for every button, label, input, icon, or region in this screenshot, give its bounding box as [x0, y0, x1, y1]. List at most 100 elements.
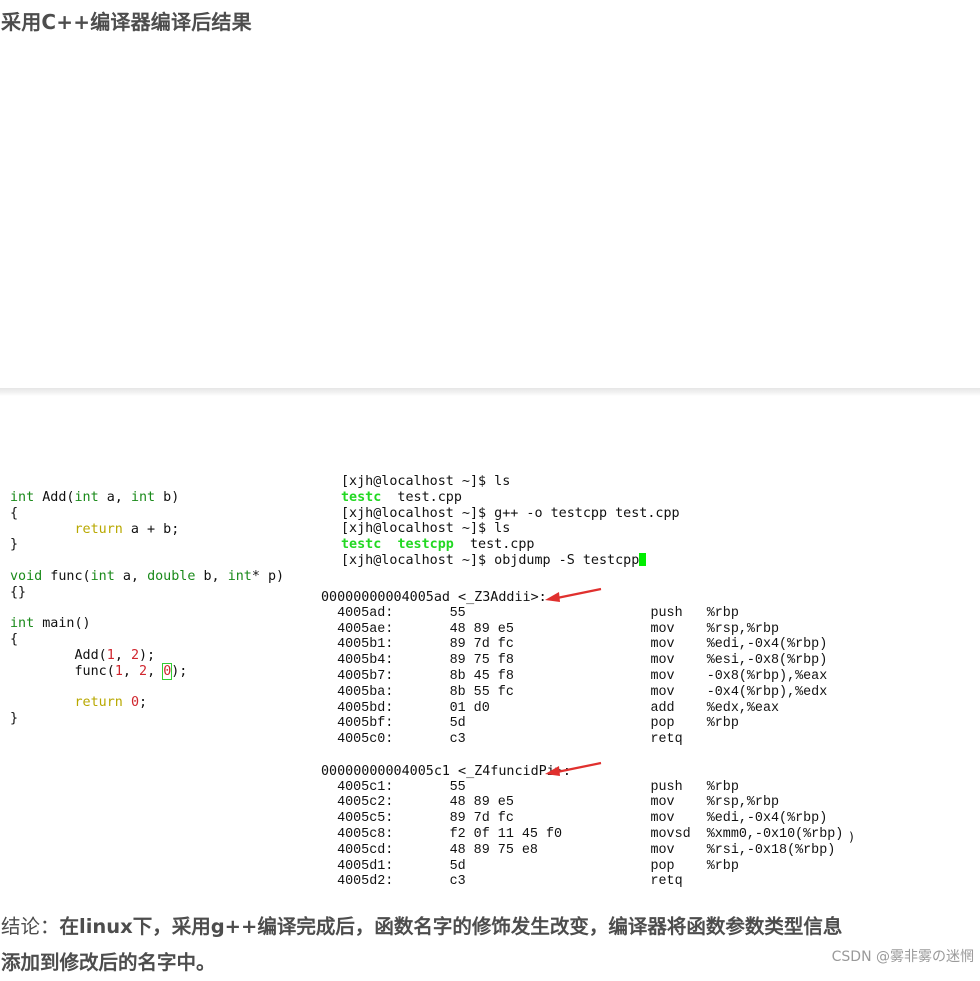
code-token: [xjh@localhost ~]$ ls	[341, 521, 511, 537]
red-arrow-icon	[545, 587, 602, 602]
terminal-line: [xjh@localhost ~]$ g++ -o testcpp test.c…	[341, 506, 680, 522]
code-line: return a + b;	[10, 522, 284, 538]
code-token: );	[171, 663, 188, 679]
terminal-line: testc test.cpp	[341, 490, 680, 506]
code-token: a,	[98, 490, 131, 505]
terminal-line: testc testcpp test.cpp	[341, 537, 680, 553]
disasm-row: 4005b1: 89 7d fc mov %edi,-0x4(%rbp)	[321, 637, 828, 653]
terminal-line: [xjh@localhost ~]$ objdump -S testcpp	[341, 552, 680, 569]
code-token: a,	[114, 568, 148, 584]
section-heading: 采用C++编译器编译后结果	[1, 10, 252, 34]
disasm-symbol-line: 00000000004005ad <_Z3Addii>:	[321, 587, 843, 606]
stray-paren: )	[848, 830, 856, 844]
code-token: testc	[341, 489, 382, 505]
code-token: );	[139, 647, 156, 663]
disasm-row: 4005c0: c3 retq	[321, 732, 707, 748]
code-token: int	[10, 616, 35, 632]
code-token: a + b;	[122, 521, 180, 537]
code-token: double	[147, 568, 196, 584]
code-line: }	[10, 537, 284, 553]
code-line: void func(int a, double b, int* p)	[10, 569, 284, 585]
code-line: }	[10, 711, 284, 727]
code-token: [xjh@localhost ~]$ objdump -S testcpp	[341, 552, 640, 568]
code-token: b)	[155, 490, 180, 505]
disasm-row: 4005c2: 48 89 e5 mov %rsp,%rbp	[321, 795, 780, 811]
code-token: }	[10, 711, 19, 727]
code-token: ,	[147, 663, 164, 679]
code-token: ,	[122, 663, 139, 679]
code-token: }	[10, 537, 19, 553]
code-token: testc	[341, 537, 382, 553]
terminal-cursor	[639, 552, 647, 566]
disasm-symbol: 00000000004005ad <_Z3Addii>:	[321, 590, 547, 605]
code-token: Add(	[34, 490, 75, 505]
disasm-row: 4005c8: f2 0f 11 45 f0 movsd %xmm0,-0x10…	[321, 826, 844, 842]
disasm-row: 4005bd: 01 d0 add %edx,%eax	[321, 700, 780, 716]
code-token: 1	[114, 663, 123, 679]
code-token: int	[130, 490, 156, 505]
code-token: ,	[114, 647, 131, 663]
disasm-row: 4005ba: 8b 55 fc mov -0x4(%rbp),%edx	[321, 684, 828, 700]
code-line: {	[10, 506, 284, 522]
conclusion-paragraph: 结论：在linux下，采用g++编译完成后，函数名字的修饰发生改变，编译器将函数…	[1, 909, 861, 981]
code-line: int Add(int a, int b)	[10, 490, 284, 506]
watermark: CSDN @雾非雾の迷惘	[831, 949, 974, 965]
code-token: [xjh@localhost ~]$ ls	[341, 474, 511, 489]
disasm-row: 4005ae: 48 89 e5 mov %rsp,%rbp	[321, 621, 780, 637]
source-code-panel: int Add(int a, int b){ return a + b;} vo…	[10, 490, 284, 727]
disasm-row: 4005b7: 8b 45 f8 mov -0x8(%rbp),%eax	[321, 668, 828, 684]
disasm-row: 4005bf: 5d pop %rbp	[321, 716, 739, 732]
code-token: * p)	[251, 568, 285, 584]
code-line: int main()	[10, 616, 284, 632]
code-token: 2	[130, 647, 139, 663]
code-line: {}	[10, 585, 284, 601]
code-token: test.cpp	[381, 489, 462, 505]
disasm-symbol-line: 00000000004005c1 <_Z4funcidPi>:	[321, 761, 843, 780]
terminal-line: [xjh@localhost ~]$ ls	[341, 521, 680, 537]
section-divider	[0, 388, 980, 396]
code-line: Add(1, 2);	[10, 648, 284, 664]
code-line: {	[10, 632, 284, 648]
disasm-row: 4005c1: 55 push %rbp	[321, 779, 739, 795]
blank-content-area	[0, 36, 980, 388]
red-arrow-icon	[545, 761, 602, 776]
code-token: func(	[10, 663, 115, 679]
code-token: 2	[139, 663, 148, 679]
disasm-row: 4005d1: 5d pop %rbp	[321, 858, 739, 874]
code-token: int	[227, 568, 252, 584]
code-token: int	[90, 568, 115, 584]
disassembly-panel: 00000000004005ad <_Z3Addii>: 4005ad: 55 …	[321, 587, 844, 890]
conclusion-text: 在linux下，采用g++编译完成后，函数名字的修饰发生改变，编译器将函数参数类…	[1, 915, 843, 974]
code-token: 1	[106, 647, 115, 663]
conclusion-prefix: 结论：	[1, 915, 60, 938]
code-token: int	[74, 490, 99, 505]
code-token: {	[10, 632, 19, 648]
code-token: Add(	[10, 647, 107, 663]
code-token: [xjh@localhost ~]$ g++ -o testcpp test.c…	[341, 505, 680, 521]
code-token: b,	[195, 568, 228, 584]
code-token: int	[10, 490, 35, 505]
code-token: void	[10, 568, 43, 584]
disasm-row: 4005ad: 55 push %rbp	[321, 605, 739, 621]
disasm-symbol: 00000000004005c1 <_Z4funcidPi>:	[321, 763, 571, 779]
code-token: {}	[10, 584, 27, 600]
code-token: {	[10, 505, 19, 521]
terminal-output: [xjh@localhost ~]$ ls testc test.cpp [xjh@…	[341, 474, 680, 569]
disasm-row: 4005d2: c3 retq	[321, 874, 707, 890]
code-token: 0	[130, 695, 139, 711]
code-line: return 0;	[10, 695, 284, 711]
code-token: main()	[34, 616, 91, 632]
code-token: ;	[139, 695, 148, 711]
code-token: testcpp	[397, 537, 454, 553]
code-line: func(1, 2, 0);	[10, 662, 284, 680]
code-token: test.cpp	[453, 537, 535, 553]
disasm-row: 4005c5: 89 7d fc mov %edi,-0x4(%rbp)	[321, 811, 828, 827]
code-token: return	[74, 521, 123, 537]
disasm-row: 4005b4: 89 75 f8 mov %esi,-0x8(%rbp)	[321, 653, 828, 669]
